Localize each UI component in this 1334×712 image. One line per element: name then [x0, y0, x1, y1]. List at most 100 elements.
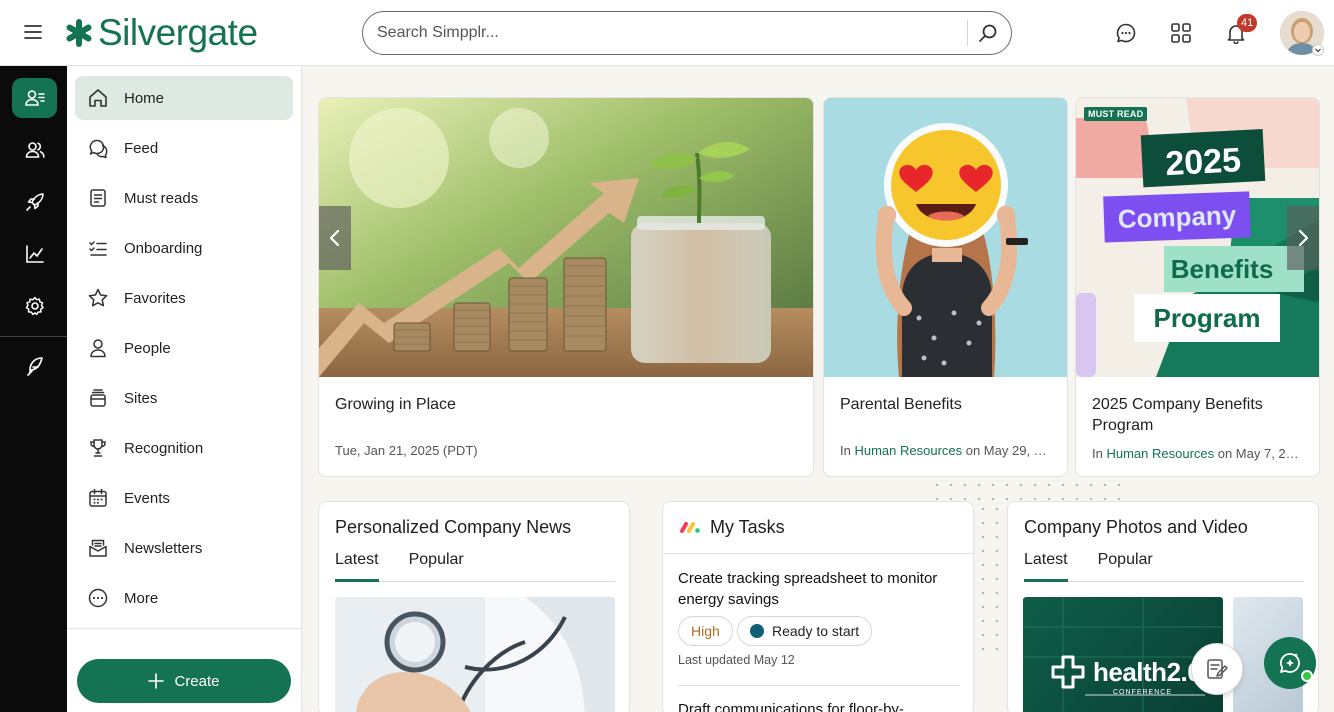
nav-label-people: People [124, 339, 171, 357]
image-text-company: Company [1117, 200, 1237, 234]
trophy-icon [90, 439, 106, 457]
rail-rocket-icon[interactable] [12, 182, 57, 222]
nav-item-newsletters[interactable]: Newsletters [75, 526, 293, 570]
must-reads-icon [90, 189, 106, 207]
nav-item-favorites[interactable]: Favorites [75, 276, 293, 320]
tab-latest[interactable]: Latest [1024, 549, 1068, 582]
rail-analytics-icon[interactable] [12, 234, 57, 274]
chat-icon[interactable] [1115, 22, 1137, 44]
my-tasks-widget: My Tasks Create tracking spreadsheet to … [662, 501, 974, 712]
card-title[interactable]: Parental Benefits [840, 394, 962, 415]
card-title[interactable]: Growing in Place [335, 394, 456, 415]
chevron-left-icon [329, 229, 340, 247]
status-dot-icon [750, 624, 764, 638]
nav-item-onboarding[interactable]: Onboarding [75, 226, 293, 270]
rail-people-icon[interactable] [12, 130, 57, 170]
search-bar [362, 11, 1012, 55]
carousel-card-growing[interactable]: Growing in Place Tue, Jan 21, 2025 (PDT) [318, 97, 814, 477]
brand-logo[interactable]: Silvergate [64, 12, 258, 54]
nav-item-people[interactable]: People [75, 326, 293, 370]
photo-health-conference[interactable]: health2.0 CONFERENCE [1023, 597, 1223, 712]
image-text-benefits: Benefits [1171, 254, 1274, 284]
site-link[interactable]: Human Resources [1106, 446, 1214, 461]
hamburger-menu-icon[interactable] [24, 24, 42, 42]
nav-label-events: Events [124, 489, 170, 507]
priority-badge[interactable]: High [678, 616, 733, 646]
nav-item-recognition[interactable]: Recognition [75, 426, 293, 470]
site-link[interactable]: Human Resources [854, 443, 962, 458]
nav-item-feed[interactable]: Feed [75, 126, 293, 170]
card-meta: In Human Resources on May 29, 2... [840, 443, 1050, 458]
task-title[interactable]: Draft communications for floor-by- [678, 699, 968, 712]
tab-popular[interactable]: Popular [409, 549, 464, 582]
benefits-program-image: 2025 Company Benefits Program [1076, 98, 1319, 377]
feed-icon [89, 139, 108, 159]
online-status-dot [1301, 670, 1313, 682]
sites-icon [90, 389, 106, 407]
left-rail [0, 66, 67, 712]
person-icon [90, 339, 106, 358]
task-title[interactable]: Create tracking spreadsheet to monitor e… [678, 568, 968, 610]
carousel-next-button[interactable] [1287, 206, 1319, 270]
onboarding-icon [89, 241, 107, 256]
nav-label-feed: Feed [124, 139, 159, 157]
monday-logo-icon [679, 520, 701, 534]
growing-in-place-image [319, 98, 813, 377]
asterisk-logo-icon [66, 19, 92, 47]
photos-tabs: Latest Popular [1024, 549, 1304, 582]
card-title[interactable]: 2025 Company Benefits Program [1092, 394, 1302, 436]
task-divider [678, 685, 960, 686]
search-icon[interactable] [977, 22, 1001, 44]
nav-item-must-reads[interactable]: Must reads [75, 176, 293, 220]
create-label: Create [174, 672, 220, 690]
news-item-image[interactable] [335, 597, 615, 712]
nav-item-sites[interactable]: Sites [75, 376, 293, 420]
rail-feather-icon[interactable] [12, 346, 57, 386]
widget-title: Company Photos and Video [1024, 517, 1248, 537]
nav-item-events[interactable]: Events [75, 476, 293, 520]
carousel-prev-button[interactable] [319, 206, 351, 270]
must-read-badge: MUST READ [1084, 107, 1148, 121]
tab-latest[interactable]: Latest [335, 549, 379, 582]
rail-people-card-icon[interactable] [12, 78, 57, 118]
create-button[interactable]: Create [77, 659, 291, 703]
carousel-card-parental[interactable]: Parental Benefits In Human Resources on … [823, 97, 1068, 477]
nav-label-onboarding: Onboarding [124, 239, 203, 257]
tab-popular[interactable]: Popular [1098, 549, 1153, 582]
nav-label-recognition: Recognition [124, 439, 204, 457]
widget-divider [663, 553, 973, 554]
meta-prefix: In [1092, 446, 1107, 461]
brand-name: Silvergate [98, 12, 258, 53]
search-input[interactable] [377, 22, 957, 44]
edit-note-icon [1207, 659, 1228, 679]
carousel-card-benefits[interactable]: 2025 Company Benefits Program MUST READ … [1075, 97, 1320, 477]
compose-float-button[interactable] [1191, 643, 1243, 695]
more-icon [88, 588, 108, 608]
search-divider [967, 20, 968, 46]
image-text-2025: 2025 [1164, 141, 1242, 183]
personalized-news-widget: Personalized Company News Latest Popular [318, 501, 630, 712]
decorative-dots [930, 478, 1120, 502]
top-bar: Silvergate 41 [0, 0, 1334, 66]
nav-item-home[interactable]: Home [75, 76, 293, 120]
card-meta: In Human Resources on May 7, 20... [1092, 446, 1302, 461]
status-badge[interactable]: Ready to start [737, 616, 873, 646]
nav-label-more: More [124, 589, 159, 607]
chevron-right-icon [1298, 229, 1309, 247]
nav-label-sites: Sites [124, 389, 158, 407]
avatar-menu-chevron-icon[interactable] [1312, 44, 1324, 56]
main-navigation: Home Feed Must reads Onboarding Favorite… [67, 66, 302, 712]
app-launcher-icon[interactable] [1170, 22, 1192, 44]
rail-settings-icon[interactable] [12, 286, 57, 326]
widget-title: Personalized Company News [335, 517, 572, 537]
card-date: Tue, Jan 21, 2025 (PDT) [335, 443, 478, 458]
nav-label-favorites: Favorites [124, 289, 186, 307]
nav-item-more[interactable]: More [75, 576, 293, 620]
meta-suffix: on May 7, 20... [1214, 446, 1302, 461]
photo-text: health2.0 [1093, 657, 1202, 687]
ai-chat-icon [1280, 653, 1300, 673]
home-icon [89, 89, 107, 107]
nav-divider [67, 628, 301, 629]
image-text-program: Program [1154, 303, 1261, 333]
photo-subtext: CONFERENCE [1113, 689, 1173, 696]
